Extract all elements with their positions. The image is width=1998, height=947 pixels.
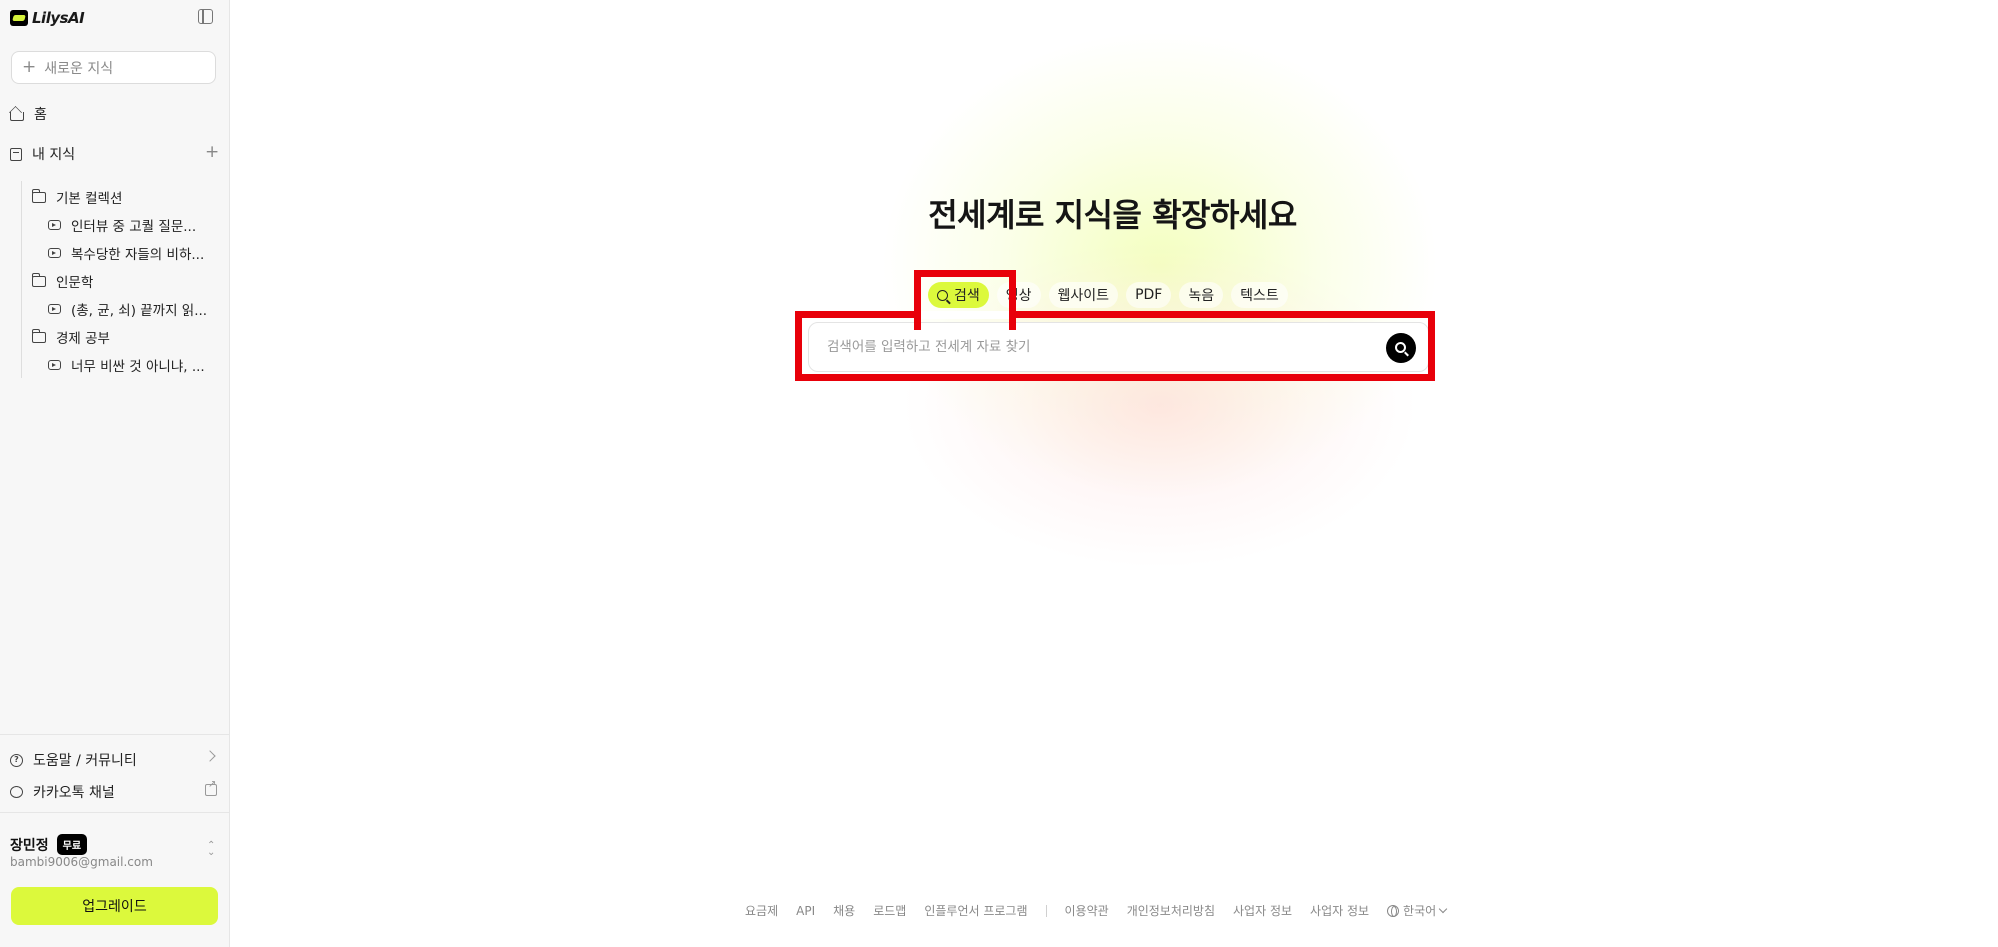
tab-label: 영상 [1005,288,1032,304]
search-icon [937,289,948,301]
tab-text[interactable]: 텍스트 [1231,282,1288,308]
footer-link-careers[interactable]: 채용 [833,902,855,919]
divider [0,734,230,735]
brand-logo[interactable]: LilysAI [10,8,85,28]
language-selector[interactable]: 한국어 [1387,902,1448,919]
tab-website[interactable]: 웹사이트 [1048,282,1119,308]
footer-link-terms[interactable]: 이용약관 [1065,902,1109,919]
collection-label: 경제 공부 [56,331,110,347]
sidebar-item-label: 홈 [34,107,47,123]
folder-icon [31,272,46,287]
search-icon [1394,341,1406,353]
footer-separator [1045,904,1047,917]
folder-icon [31,328,46,343]
collection-folder[interactable]: 인문학 [31,271,94,291]
footer-link-business-info[interactable]: 사업자 정보 [1233,902,1292,919]
tab-search[interactable]: 검색 [928,282,989,308]
lilys-logo-icon [10,10,28,26]
knowledge-item[interactable]: 인터뷰 중 고퀄 질문... [48,215,196,235]
knowledge-item[interactable]: 너무 비싼 것 아니냐, ... [48,355,205,375]
tab-recording[interactable]: 녹음 [1179,282,1224,308]
sidebar: LilysAI + 새로운 지식 홈 내 지식 + 기본 컬렉션 인터뷰 중 고… [0,0,230,947]
tab-label: PDF [1135,287,1163,303]
account-switch-icon[interactable]: ⌃ ⌄ [207,841,215,858]
collection-folder[interactable]: 경제 공부 [31,327,110,347]
user-account[interactable]: 장민정 무료 [10,834,88,855]
help-icon: ? [10,753,23,767]
sidebar-item-home[interactable]: 홈 [10,104,47,124]
page-title: 전세계로 지식을 확장하세요 [928,196,1297,234]
help-community-link[interactable]: ? 도움말 / 커뮤니티 [10,750,137,770]
search-submit-button[interactable] [1386,333,1416,363]
kakao-label: 카카오톡 채널 [33,785,115,801]
sidebar-item-my-knowledge[interactable]: 내 지식 [10,144,75,164]
kakao-channel-link[interactable]: 카카오톡 채널 [10,782,115,802]
folder-icon [31,188,46,203]
sidebar-item-label: 내 지식 [32,147,76,163]
plan-badge: 무료 [56,834,88,855]
upgrade-button[interactable]: 업그레이드 [11,887,218,925]
tree-guide-line [21,181,22,378]
new-knowledge-label: 새로운 지식 [44,60,114,77]
video-icon [48,304,61,314]
knowledge-item-label: 복수당한 자들의 비하... [71,247,205,263]
user-name: 장민정 [10,837,49,854]
footer-link-business-info[interactable]: 사업자 정보 [1310,902,1369,919]
video-icon [48,248,61,258]
external-link-icon [205,779,217,796]
search-input[interactable] [827,339,1367,355]
divider [0,812,230,813]
search-box [808,322,1429,372]
footer-link-pricing[interactable]: 요금제 [745,902,778,919]
collection-label: 인문학 [56,275,94,291]
chat-icon [10,786,23,798]
tab-label: 검색 [954,288,980,304]
footer-link-influencer[interactable]: 인플루언서 프로그램 [924,902,1027,919]
add-collection-icon[interactable]: + [205,144,219,161]
collection-folder[interactable]: 기본 컬렉션 [31,187,123,207]
brand-name: LilysAI [32,9,85,27]
home-icon [10,112,24,121]
new-knowledge-button[interactable]: + 새로운 지식 [11,51,216,84]
user-email: bambi9006@gmail.com [10,855,153,869]
knowledge-item-label: 인터뷰 중 고퀄 질문... [71,219,197,235]
collection-label: 기본 컬렉션 [56,191,123,207]
footer: 요금제 API 채용 로드맵 인플루언서 프로그램 이용약관 개인정보처리방침 … [745,902,1448,919]
video-icon [48,220,61,230]
chevron-down-icon [1438,904,1448,914]
footer-link-privacy[interactable]: 개인정보처리방침 [1127,902,1215,919]
tab-video[interactable]: 영상 [996,282,1041,308]
knowledge-item-label: 너무 비싼 것 아니냐, ... [71,359,205,375]
knowledge-item[interactable]: (총, 균, 쇠) 끝까지 읽... [48,299,207,319]
book-icon [10,147,22,161]
language-label: 한국어 [1403,904,1437,918]
video-icon [48,360,61,370]
globe-icon [1387,904,1400,917]
footer-link-roadmap[interactable]: 로드맵 [873,902,906,919]
highlight-gap [921,311,1009,319]
source-tabs: 검색 영상 웹사이트 PDF 녹음 텍스트 [928,282,1288,308]
tab-label: 녹음 [1188,288,1215,304]
tab-pdf[interactable]: PDF [1126,282,1172,308]
knowledge-item-label: (총, 균, 쇠) 끝까지 읽... [71,303,208,319]
help-label: 도움말 / 커뮤니티 [33,753,137,769]
chevron-right-icon [204,750,216,762]
plus-icon: + [22,57,37,77]
knowledge-item[interactable]: 복수당한 자들의 비하... [48,243,204,263]
sidebar-toggle-icon[interactable] [198,9,213,24]
tab-label: 웹사이트 [1057,288,1110,304]
footer-link-api[interactable]: API [796,904,815,918]
tab-label: 텍스트 [1240,288,1279,304]
